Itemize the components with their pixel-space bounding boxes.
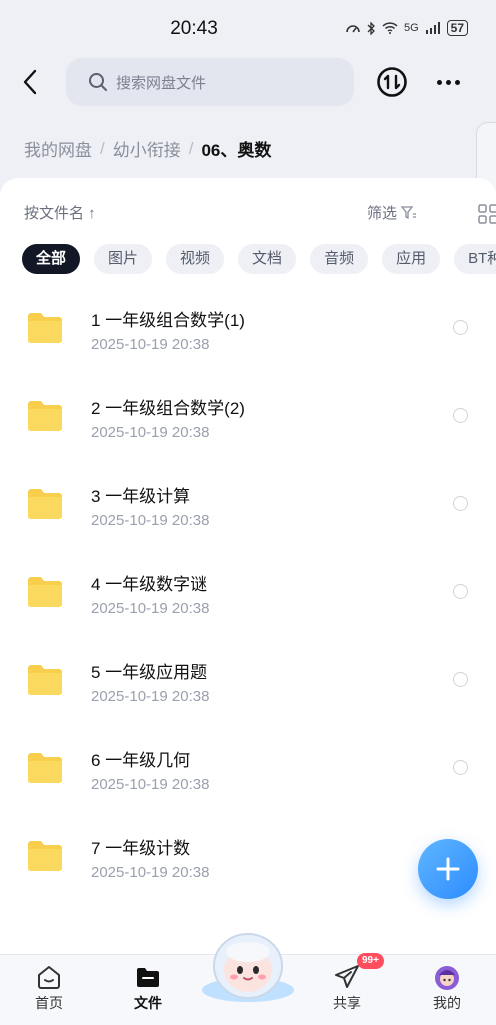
- select-checkbox[interactable]: [453, 408, 468, 423]
- file-row[interactable]: 6 一年级几何 2025-10-19 20:38: [0, 720, 496, 808]
- folder-icon: [28, 577, 62, 607]
- file-browser-panel: 按文件名 ↑ 筛选 全部 图片 视频 文档 音频 应用 BT种 1 一年级组合数…: [0, 178, 496, 954]
- add-button[interactable]: [418, 839, 478, 899]
- sort-row: 按文件名 ↑ 筛选: [24, 202, 496, 226]
- nav-me-label: 我的: [433, 995, 461, 1011]
- file-date: 2025-10-19 20:38: [91, 424, 210, 441]
- signal-icon: [425, 22, 440, 34]
- folder-icon: [28, 841, 62, 871]
- more-dot-icon: [445, 79, 451, 85]
- plus-icon: [436, 857, 460, 881]
- back-button[interactable]: [16, 66, 44, 98]
- more-options-button[interactable]: [432, 66, 464, 98]
- file-date: 2025-10-19 20:38: [91, 336, 210, 353]
- filter-label: 筛选: [367, 205, 398, 222]
- file-date: 2025-10-19 20:38: [91, 688, 210, 705]
- category-chip-audio[interactable]: 音频: [310, 244, 369, 274]
- breadcrumb-separator: /: [100, 138, 105, 158]
- nav-files[interactable]: 文件: [113, 963, 183, 1013]
- search-icon: [88, 72, 108, 92]
- file-date: 2025-10-19 20:38: [91, 600, 210, 617]
- file-list: 1 一年级组合数学(1) 2025-10-19 20:38 2 一年级组合数学(…: [0, 280, 496, 896]
- file-row[interactable]: 2 一年级组合数学(2) 2025-10-19 20:38: [0, 368, 496, 456]
- file-date: 2025-10-19 20:38: [91, 776, 210, 793]
- avatar: [435, 966, 459, 990]
- paper-plane-icon: [335, 965, 359, 988]
- filter-button[interactable]: 筛选: [367, 202, 417, 223]
- transfer-icon: [377, 67, 407, 97]
- more-dot-icon: [436, 79, 442, 85]
- file-name: 4 一年级数字谜: [91, 575, 208, 594]
- breadcrumb-root[interactable]: 我的网盘: [24, 136, 92, 161]
- category-chip-apps[interactable]: 应用: [382, 244, 441, 274]
- grid-view-icon[interactable]: [478, 204, 496, 224]
- select-checkbox[interactable]: [453, 496, 468, 511]
- nav-files-label: 文件: [134, 995, 162, 1011]
- file-name: 7 一年级计数: [91, 839, 191, 858]
- nav-share[interactable]: 共享: [312, 963, 382, 1013]
- nav-share-label: 共享: [333, 995, 361, 1011]
- category-chip-all[interactable]: 全部: [22, 244, 81, 274]
- more-dot-icon: [454, 79, 460, 85]
- breadcrumb-separator: /: [188, 138, 194, 158]
- select-checkbox[interactable]: [453, 672, 468, 687]
- sort-button[interactable]: 按文件名 ↑: [24, 205, 96, 222]
- search-placeholder: 搜索网盘文件: [116, 74, 207, 92]
- network-type: 5G: [403, 22, 419, 34]
- share-badge: 99+: [357, 953, 384, 969]
- folder-filled-icon: [137, 968, 159, 987]
- folder-icon: [28, 665, 62, 695]
- category-chip-video[interactable]: 视频: [166, 244, 225, 274]
- breadcrumb: 我的网盘 / 幼小衔接 / 06、奥数: [24, 136, 271, 161]
- select-checkbox[interactable]: [453, 320, 468, 335]
- file-name: 3 一年级计算: [91, 487, 191, 506]
- select-checkbox[interactable]: [453, 584, 468, 599]
- folder-icon: [28, 313, 62, 343]
- file-name: 6 一年级几何: [91, 751, 191, 770]
- speed-icon: [346, 25, 360, 33]
- category-chip-docs[interactable]: 文档: [238, 244, 297, 274]
- home-icon: [38, 966, 60, 989]
- folder-icon: [28, 489, 62, 519]
- file-date: 2025-10-19 20:38: [91, 512, 210, 529]
- nav-home[interactable]: 首页: [14, 963, 84, 1013]
- breadcrumb-parent[interactable]: 幼小衔接: [113, 136, 181, 161]
- file-name: 1 一年级组合数学(1): [91, 311, 245, 330]
- top-bar: 搜索网盘文件: [0, 56, 496, 108]
- file-row[interactable]: 5 一年级应用题 2025-10-19 20:38: [0, 632, 496, 720]
- bluetooth-icon: [367, 21, 375, 35]
- nav-home-label: 首页: [35, 995, 63, 1011]
- category-tabs: 全部 图片 视频 文档 音频 应用 BT种: [22, 244, 496, 274]
- file-row[interactable]: 1 一年级组合数学(1) 2025-10-19 20:38: [0, 280, 496, 368]
- filter-icon: [401, 205, 417, 219]
- chevron-left-icon: [23, 69, 37, 95]
- search-input[interactable]: 搜索网盘文件: [66, 58, 354, 106]
- status-time: 20:43: [170, 18, 218, 39]
- status-icons: 5G 57: [345, 20, 468, 36]
- battery-indicator: 57: [446, 20, 468, 36]
- folder-icon: [28, 753, 62, 783]
- category-chip-bt[interactable]: BT种: [454, 244, 496, 274]
- select-checkbox[interactable]: [453, 760, 468, 775]
- file-row[interactable]: 4 一年级数字谜 2025-10-19 20:38: [0, 544, 496, 632]
- file-row[interactable]: 3 一年级计算 2025-10-19 20:38: [0, 456, 496, 544]
- transfer-list-button[interactable]: [376, 66, 408, 98]
- breadcrumb-current: 06、奥数: [201, 141, 272, 160]
- mascot-assistant-icon[interactable]: [200, 928, 296, 1004]
- folder-icon: [28, 401, 62, 431]
- file-name: 5 一年级应用题: [91, 663, 208, 682]
- category-chip-images[interactable]: 图片: [94, 244, 153, 274]
- status-bar: 20:43 5G 57: [0, 0, 496, 56]
- file-date: 2025-10-19 20:38: [91, 864, 210, 881]
- wifi-icon: [382, 22, 398, 34]
- nav-me[interactable]: 我的: [412, 963, 482, 1013]
- file-name: 2 一年级组合数学(2): [91, 399, 245, 418]
